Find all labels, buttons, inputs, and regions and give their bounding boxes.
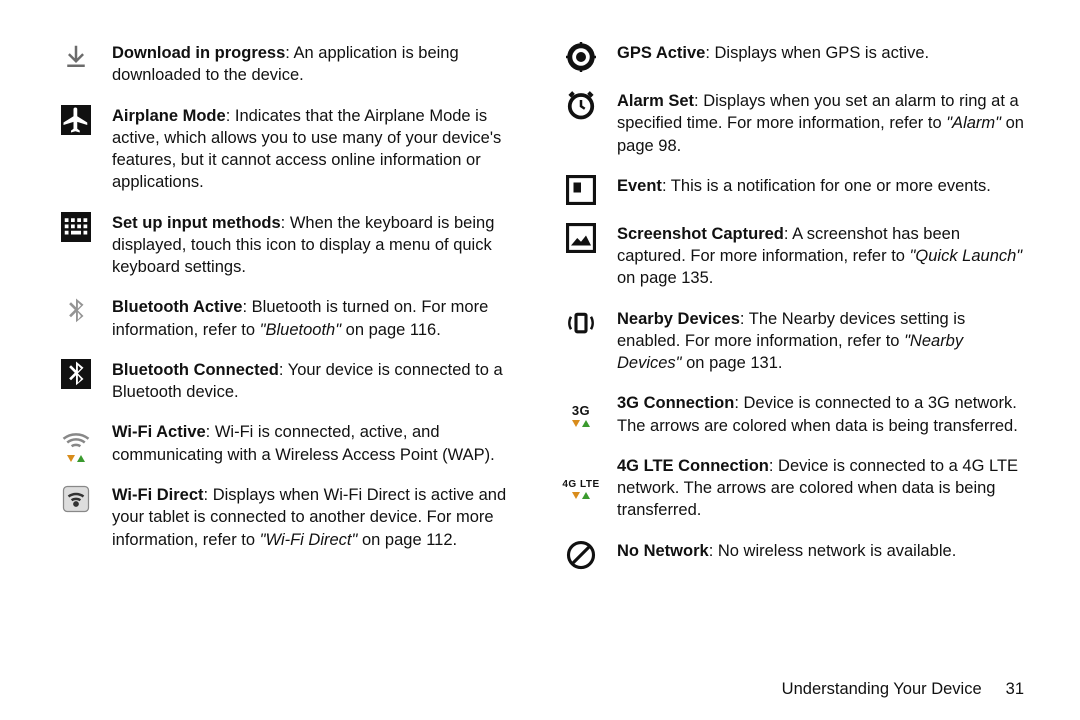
entry-text: Alarm Set: Displays when you set an alar… [617, 90, 1024, 157]
entry-alarm: Alarm Set: Displays when you set an alar… [561, 90, 1024, 157]
columns: Download in progress: An application is … [56, 42, 1024, 666]
entry-no-network: No Network: No wireless network is avail… [561, 540, 1024, 570]
entry-text: Airplane Mode: Indicates that the Airpla… [112, 105, 519, 194]
wifi-icon [61, 425, 91, 455]
alarm-icon [566, 90, 596, 120]
entry-text: Set up input methods: When the keyboard … [112, 212, 519, 279]
entry-text: Download in progress: An application is … [112, 42, 519, 87]
entry-airplane: Airplane Mode: Indicates that the Airpla… [56, 105, 519, 194]
entry-wifi-active: Wi-Fi Active: Wi-Fi is connected, active… [56, 421, 519, 466]
manual-page: Download in progress: An application is … [0, 0, 1080, 720]
entry-bluetooth-active: Bluetooth Active: Bluetooth is turned on… [56, 296, 519, 341]
section-title: Understanding Your Device [782, 678, 982, 700]
entry-text: 4G LTE Connection: Device is connected t… [617, 455, 1024, 522]
entry-bluetooth-connected: Bluetooth Connected: Your device is conn… [56, 359, 519, 404]
entry-download: Download in progress: An application is … [56, 42, 519, 87]
data-arrows-icon [572, 420, 590, 427]
entry-text: No Network: No wireless network is avail… [617, 540, 956, 570]
entry-text: Nearby Devices: The Nearby devices setti… [617, 308, 1024, 375]
entry-nearby: Nearby Devices: The Nearby devices setti… [561, 308, 1024, 375]
bluetooth-icon [61, 296, 91, 326]
page-footer: Understanding Your Device 31 [56, 666, 1024, 700]
bluetooth-connected-icon [61, 359, 91, 389]
network-3g-icon: 3G [572, 402, 590, 420]
data-arrows-icon [572, 492, 590, 499]
entry-text: Bluetooth Connected: Your device is conn… [112, 359, 519, 404]
keyboard-icon [61, 212, 91, 242]
entry-text: Bluetooth Active: Bluetooth is turned on… [112, 296, 519, 341]
left-column: Download in progress: An application is … [56, 42, 519, 666]
entry-gps: GPS Active: Displays when GPS is active. [561, 42, 1024, 72]
right-column: GPS Active: Displays when GPS is active.… [561, 42, 1024, 666]
download-icon [61, 42, 91, 72]
network-4glte-icon: 4G LTE [562, 478, 599, 492]
entry-input-methods: Set up input methods: When the keyboard … [56, 212, 519, 279]
entry-event: Event: This is a notification for one or… [561, 175, 1024, 205]
page-number: 31 [1006, 678, 1024, 700]
gps-icon [566, 42, 596, 72]
entry-text: Wi-Fi Active: Wi-Fi is connected, active… [112, 421, 519, 466]
entry-text: Screenshot Captured: A screenshot has be… [617, 223, 1024, 290]
entry-wifi-direct: Wi-Fi Direct: Displays when Wi-Fi Direct… [56, 484, 519, 551]
screenshot-icon [566, 223, 596, 253]
entry-text: Event: This is a notification for one or… [617, 175, 991, 205]
entry-text: Wi-Fi Direct: Displays when Wi-Fi Direct… [112, 484, 519, 551]
event-icon [566, 175, 596, 205]
entry-3g: 3G 3G Connection: Device is connected to… [561, 392, 1024, 437]
nearby-devices-icon [566, 308, 596, 338]
airplane-icon [61, 105, 91, 135]
entry-4g: 4G LTE 4G LTE Connection: Device is conn… [561, 455, 1024, 522]
entry-screenshot: Screenshot Captured: A screenshot has be… [561, 223, 1024, 290]
data-arrows-icon [67, 455, 85, 462]
entry-text: GPS Active: Displays when GPS is active. [617, 42, 929, 72]
entry-text: 3G Connection: Device is connected to a … [617, 392, 1024, 437]
no-network-icon [566, 540, 596, 570]
wifi-direct-icon [61, 484, 91, 514]
